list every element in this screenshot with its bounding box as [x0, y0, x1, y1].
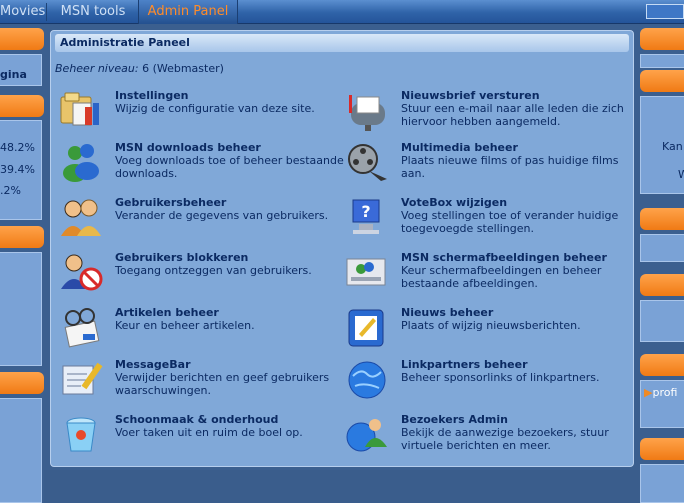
news-edit-icon — [348, 309, 384, 347]
right-sidebar-tab[interactable] — [640, 438, 684, 460]
admin-item-title[interactable]: Nieuwsbrief versturen — [401, 89, 540, 102]
admin-item-desc: Wijzig de configuratie van deze site. — [115, 102, 315, 115]
admin-item-title[interactable]: Nieuws beheer — [401, 306, 493, 319]
admin-item-title[interactable]: MSN schermafbeeldingen beheer — [401, 251, 607, 264]
tab-movies[interactable]: Movies — [0, 0, 45, 24]
admin-item-desc: Toegang ontzeggen van gebruikers. — [115, 264, 312, 277]
mailbox-icon — [349, 95, 385, 131]
admin-item-schoonmaak[interactable]: Schoonmaak & onderhoud Voer taken uit en… — [59, 413, 339, 457]
panel-header: Administratie Paneel — [55, 34, 629, 52]
right-sidebar-text: Kan — [662, 140, 683, 153]
admin-item-desc: Verander de gegevens van gebruikers. — [115, 209, 329, 222]
admin-item-title[interactable]: Instellingen — [115, 89, 189, 102]
admin-item-title[interactable]: Multimedia beheer — [401, 141, 518, 154]
admin-item-title[interactable]: Linkpartners beheer — [401, 358, 528, 371]
admin-item-gebruikersbeheer[interactable]: Gebruikersbeheer Verander de gegevens va… — [59, 196, 339, 240]
right-sidebar-panel — [640, 54, 684, 68]
nav-separator — [46, 3, 47, 21]
left-sidebar-panel — [0, 398, 42, 503]
film-reel-icon — [348, 144, 387, 181]
right-sidebar: Kan W ▶profi — [640, 24, 684, 503]
left-sidebar-tab[interactable] — [0, 372, 44, 394]
admin-item-desc: Verwijder berichten en geef gebruikers w… — [115, 371, 330, 397]
left-sidebar: gina 48.2% 39.4% .2% — [0, 24, 44, 503]
page-title: Administratie Paneel — [60, 36, 190, 49]
left-stat: .2% — [0, 184, 21, 197]
admin-item-multimedia[interactable]: Multimedia beheer Plaats nieuwe films of… — [345, 141, 625, 185]
screenshots-icon — [346, 258, 386, 286]
admin-item-messagebar[interactable]: MessageBar Verwijder berichten en geef g… — [59, 358, 339, 402]
admin-item-artikelen[interactable]: Artikelen beheer Keur en beheer artikele… — [59, 306, 339, 350]
admin-item-desc: Voeg stellingen toe of verander huidige … — [401, 209, 619, 235]
admin-item-desc: Plaats nieuwe films of pas huidige films… — [401, 154, 619, 180]
top-search-box[interactable] — [646, 4, 684, 19]
cleanup-bucket-icon — [66, 417, 96, 452]
users-icon — [61, 199, 101, 236]
left-sidebar-panel — [0, 252, 42, 366]
votebox-help-icon: ? — [352, 199, 380, 234]
left-sidebar-tab[interactable] — [0, 28, 44, 50]
access-level-label: Beheer niveau: — [55, 62, 139, 75]
admin-item-title[interactable]: Gebruikersbeheer — [115, 196, 226, 209]
visitors-globe-icon — [346, 419, 387, 452]
msn-buddies-icon — [63, 144, 99, 182]
left-sidebar-link[interactable]: gina — [0, 68, 27, 81]
tab-admin-panel[interactable]: Admin Panel — [138, 0, 238, 24]
settings-icon — [60, 92, 99, 126]
admin-item-desc: Stuur een e-mail naar alle leden die zic… — [401, 102, 624, 128]
admin-item-desc: Bekijk de aanwezige bezoekers, stuur vir… — [401, 426, 609, 452]
admin-item-title[interactable]: Gebruikers blokkeren — [115, 251, 248, 264]
left-sidebar-tab[interactable] — [0, 226, 44, 248]
articles-icon — [64, 308, 100, 348]
left-stat: 39.4% — [0, 163, 35, 176]
admin-item-title[interactable]: VoteBox wijzigen — [401, 196, 507, 209]
access-level-value: 6 (Webmaster) — [142, 62, 224, 75]
admin-item-desc: Voeg downloads toe of beheer bestaande d… — [115, 154, 344, 180]
right-sidebar-panel — [640, 464, 684, 503]
access-level: Beheer niveau: 6 (Webmaster) — [55, 62, 224, 75]
admin-item-title[interactable]: MSN downloads beheer — [115, 141, 261, 154]
globe-icon — [348, 361, 386, 399]
right-sidebar-text: W — [678, 168, 684, 181]
svg-text:?: ? — [361, 202, 370, 221]
admin-item-votebox[interactable]: ? VoteBox wijzigen Voeg stellingen toe o… — [345, 196, 625, 240]
admin-item-title[interactable]: Artikelen beheer — [115, 306, 219, 319]
block-user-icon — [61, 254, 103, 291]
admin-item-desc: Plaats of wijzig nieuwsberichten. — [401, 319, 581, 332]
admin-item-desc: Beheer sponsorlinks of linkpartners. — [401, 371, 600, 384]
left-sidebar-tab[interactable] — [0, 95, 44, 117]
profile-link[interactable]: ▶profi — [644, 386, 677, 399]
right-sidebar-tab[interactable] — [640, 274, 684, 296]
admin-item-desc: Keur schermafbeeldingen en beheer bestaa… — [401, 264, 602, 290]
right-sidebar-panel — [640, 234, 684, 262]
top-nav-bar: Movies MSN tools Admin Panel — [0, 0, 684, 24]
right-sidebar-tab[interactable] — [640, 28, 684, 50]
admin-item-bezoekers[interactable]: Bezoekers Admin Bekijk de aanwezige bezo… — [345, 413, 625, 457]
tab-msn-tools[interactable]: MSN tools — [50, 0, 136, 24]
right-sidebar-panel — [640, 300, 684, 342]
admin-item-nieuwsbrief[interactable]: Nieuwsbrief versturen Stuur een e-mail n… — [345, 89, 625, 133]
admin-item-nieuws[interactable]: Nieuws beheer Plaats of wijzig nieuwsber… — [345, 306, 625, 350]
admin-item-instellingen[interactable]: Instellingen Wijzig de configuratie van … — [59, 89, 339, 133]
admin-item-title[interactable]: Bezoekers Admin — [401, 413, 508, 426]
admin-item-msn-screenshots[interactable]: MSN schermafbeeldingen beheer Keur scher… — [345, 251, 625, 295]
right-sidebar-tab[interactable] — [640, 70, 684, 92]
right-sidebar-tab[interactable] — [640, 208, 684, 230]
message-pencil-icon — [62, 362, 103, 395]
admin-item-title[interactable]: MessageBar — [115, 358, 191, 371]
admin-item-desc: Keur en beheer artikelen. — [115, 319, 255, 332]
right-sidebar-tab[interactable] — [640, 354, 684, 376]
admin-item-msn-downloads[interactable]: MSN downloads beheer Voeg downloads toe … — [59, 141, 344, 185]
admin-item-linkpartners[interactable]: Linkpartners beheer Beheer sponsorlinks … — [345, 358, 625, 402]
admin-item-desc: Voer taken uit en ruim de boel op. — [115, 426, 303, 439]
admin-item-title[interactable]: Schoonmaak & onderhoud — [115, 413, 278, 426]
page-footer-strip — [44, 470, 640, 503]
admin-item-gebruikers-blokkeren[interactable]: Gebruikers blokkeren Toegang ontzeggen v… — [59, 251, 339, 295]
left-stat: 48.2% — [0, 141, 35, 154]
admin-panel: Administratie Paneel Beheer niveau: 6 (W… — [50, 30, 634, 467]
